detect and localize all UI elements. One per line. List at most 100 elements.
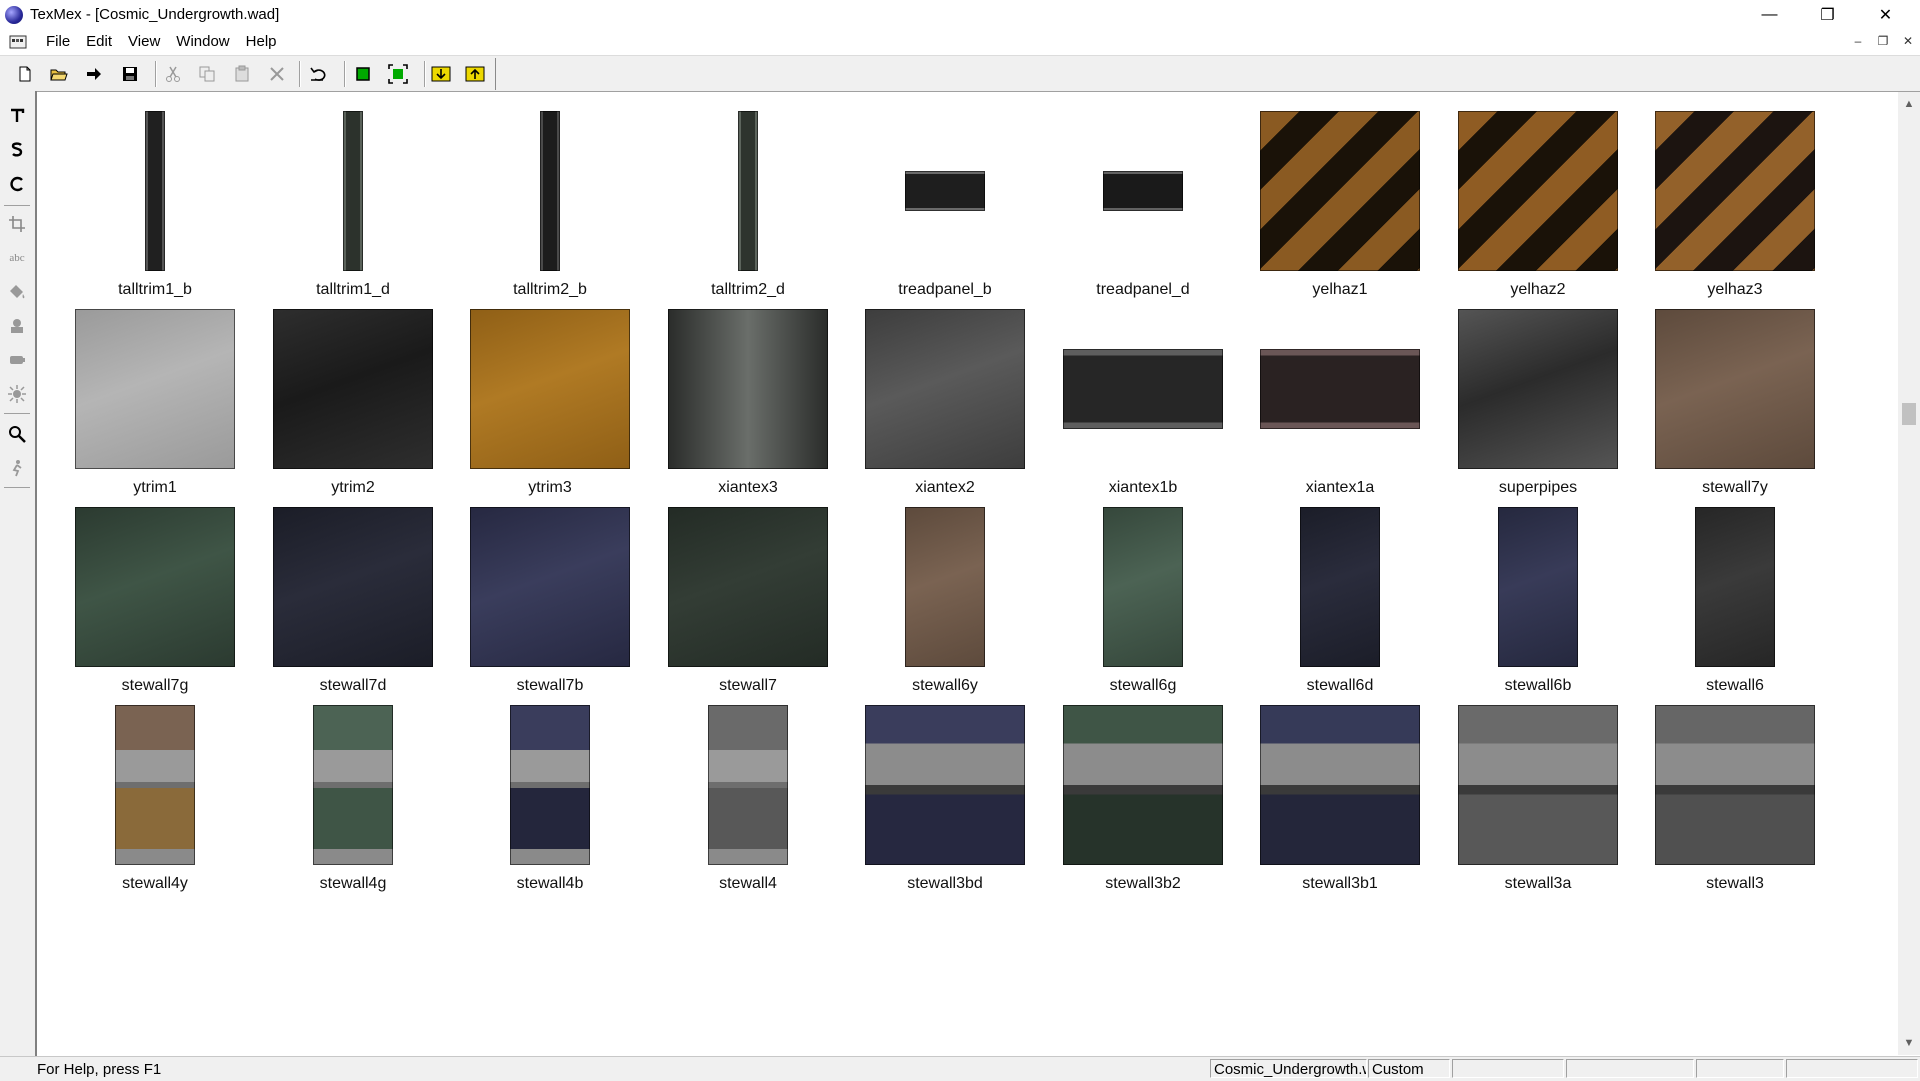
menu-edit[interactable]: Edit	[78, 33, 120, 50]
texture-tile[interactable]: stewall4b	[451, 705, 649, 895]
texture-tile[interactable]: talltrim1_b	[56, 111, 254, 301]
texture-tile[interactable]: stewall7d	[254, 507, 452, 697]
texture-tile[interactable]: stewall3b1	[1241, 705, 1439, 895]
texture-name: stewall6	[1706, 677, 1764, 694]
close-button[interactable]: ✕	[1857, 0, 1914, 29]
texture-tile[interactable]: xiantex3	[649, 309, 847, 499]
texture-thumbnail	[1260, 705, 1420, 865]
texture-tile[interactable]: yelhaz2	[1439, 111, 1637, 301]
texture-tile[interactable]: stewall6y	[846, 507, 1044, 697]
green-square-icon[interactable]	[349, 61, 377, 87]
texture-tile[interactable]: stewall3bd	[846, 705, 1044, 895]
texture-thumbnail	[1498, 507, 1578, 667]
texture-thumbnail	[1063, 349, 1223, 429]
texture-tile[interactable]: yelhaz1	[1241, 111, 1439, 301]
texture-tile[interactable]: stewall3b2	[1044, 705, 1242, 895]
c-tool-icon[interactable]	[4, 171, 30, 197]
figure-icon[interactable]	[4, 455, 30, 481]
texture-name: stewall7y	[1702, 479, 1768, 496]
crop-icon[interactable]	[4, 211, 30, 237]
bucket-icon[interactable]	[4, 279, 30, 305]
sun-icon[interactable]	[4, 381, 30, 407]
menu-view[interactable]: View	[120, 33, 168, 50]
texture-tile[interactable]: stewall7b	[451, 507, 649, 697]
status-bar: For Help, press F1 Cosmic_Undergrowth.wa…	[0, 1056, 1920, 1081]
texture-tile[interactable]: stewall6	[1636, 507, 1834, 697]
paste-icon[interactable]	[228, 61, 256, 87]
child-restore-button[interactable]: ❐	[1872, 31, 1894, 51]
texture-tile[interactable]: stewall3a	[1439, 705, 1637, 895]
brush-icon[interactable]	[4, 347, 30, 373]
texture-tile[interactable]: treadpanel_d	[1044, 111, 1242, 301]
scroll-thumb[interactable]	[1902, 403, 1916, 425]
texture-name: stewall4g	[319, 875, 387, 892]
texture-tile[interactable]: stewall7g	[56, 507, 254, 697]
delete-icon[interactable]	[263, 61, 291, 87]
texture-name: stewall4b	[516, 875, 584, 892]
texture-tile[interactable]: stewall6g	[1044, 507, 1242, 697]
copy-icon[interactable]	[193, 61, 221, 87]
zoom-icon[interactable]	[4, 421, 30, 447]
texture-name: stewall3a	[1504, 875, 1572, 892]
texture-tile[interactable]: superpipes	[1439, 309, 1637, 499]
child-close-button[interactable]: ✕	[1897, 31, 1919, 51]
texture-grid: talltrim1_b talltrim1_d talltrim2_b talltri…	[37, 92, 1898, 1055]
texture-tile[interactable]: ytrim1	[56, 309, 254, 499]
texture-name: treadpanel_d	[1096, 281, 1190, 298]
texture-tile[interactable]: xiantex1b	[1044, 309, 1242, 499]
minimize-button[interactable]: —	[1741, 0, 1798, 29]
texture-name: yelhaz1	[1312, 281, 1368, 298]
texture-tile[interactable]: talltrim2_b	[451, 111, 649, 301]
export-icon[interactable]	[461, 61, 489, 87]
texture-tile[interactable]: stewall6b	[1439, 507, 1637, 697]
texture-tile[interactable]: stewall6d	[1241, 507, 1439, 697]
texture-thumbnail	[1103, 171, 1183, 211]
texture-tile[interactable]: ytrim2	[254, 309, 452, 499]
menu-help[interactable]: Help	[238, 33, 285, 50]
scroll-up-icon[interactable]: ▲	[1898, 94, 1920, 114]
texture-name: talltrim2_b	[513, 281, 587, 298]
texture-tile[interactable]: stewall3	[1636, 705, 1834, 895]
arrow-right-icon[interactable]	[80, 61, 108, 87]
child-minimize-button[interactable]: –	[1847, 31, 1869, 51]
app-logo-icon	[5, 5, 23, 24]
texture-thumbnail	[470, 507, 630, 667]
texture-thumbnail	[1300, 507, 1380, 667]
menu-file[interactable]: File	[38, 33, 78, 50]
texture-thumbnail	[1260, 111, 1420, 271]
new-document-icon[interactable]	[11, 61, 39, 87]
texture-tile[interactable]: treadpanel_b	[846, 111, 1044, 301]
restore-button[interactable]: ❐	[1799, 0, 1856, 29]
texture-tile[interactable]: xiantex2	[846, 309, 1044, 499]
texture-tile[interactable]: yelhaz3	[1636, 111, 1834, 301]
undo-icon[interactable]	[305, 61, 333, 87]
texture-thumbnail	[75, 309, 235, 469]
abc-text-icon[interactable]: abc	[4, 245, 30, 271]
texture-thumbnail	[1655, 705, 1815, 865]
texture-tile[interactable]: talltrim2_d	[649, 111, 847, 301]
text-tool-icon[interactable]	[4, 103, 30, 129]
cut-icon[interactable]	[159, 61, 187, 87]
stamp-icon[interactable]	[4, 313, 30, 339]
open-folder-icon[interactable]	[45, 61, 73, 87]
texture-tile[interactable]: stewall4y	[56, 705, 254, 895]
texture-thumbnail	[905, 507, 985, 667]
toolbar-separator	[424, 61, 426, 87]
s-tool-icon[interactable]	[4, 137, 30, 163]
scroll-down-icon[interactable]: ▼	[1898, 1033, 1920, 1053]
menu-window[interactable]: Window	[168, 33, 237, 50]
texture-tile[interactable]: talltrim1_d	[254, 111, 452, 301]
texture-tile[interactable]: stewall4g	[254, 705, 452, 895]
texture-tile[interactable]: ytrim3	[451, 309, 649, 499]
texture-tile[interactable]: stewall7y	[1636, 309, 1834, 499]
document-icon[interactable]	[9, 33, 27, 51]
texture-tile[interactable]: stewall7	[649, 507, 847, 697]
texture-thumbnail	[708, 705, 788, 865]
import-icon[interactable]	[427, 61, 455, 87]
texture-tile[interactable]: stewall4	[649, 705, 847, 895]
texture-thumbnail	[540, 111, 560, 271]
fit-frame-icon[interactable]	[384, 61, 412, 87]
texture-tile[interactable]: xiantex1a	[1241, 309, 1439, 499]
save-icon[interactable]	[116, 61, 144, 87]
vertical-scrollbar[interactable]: ▲ ▼	[1898, 92, 1920, 1055]
